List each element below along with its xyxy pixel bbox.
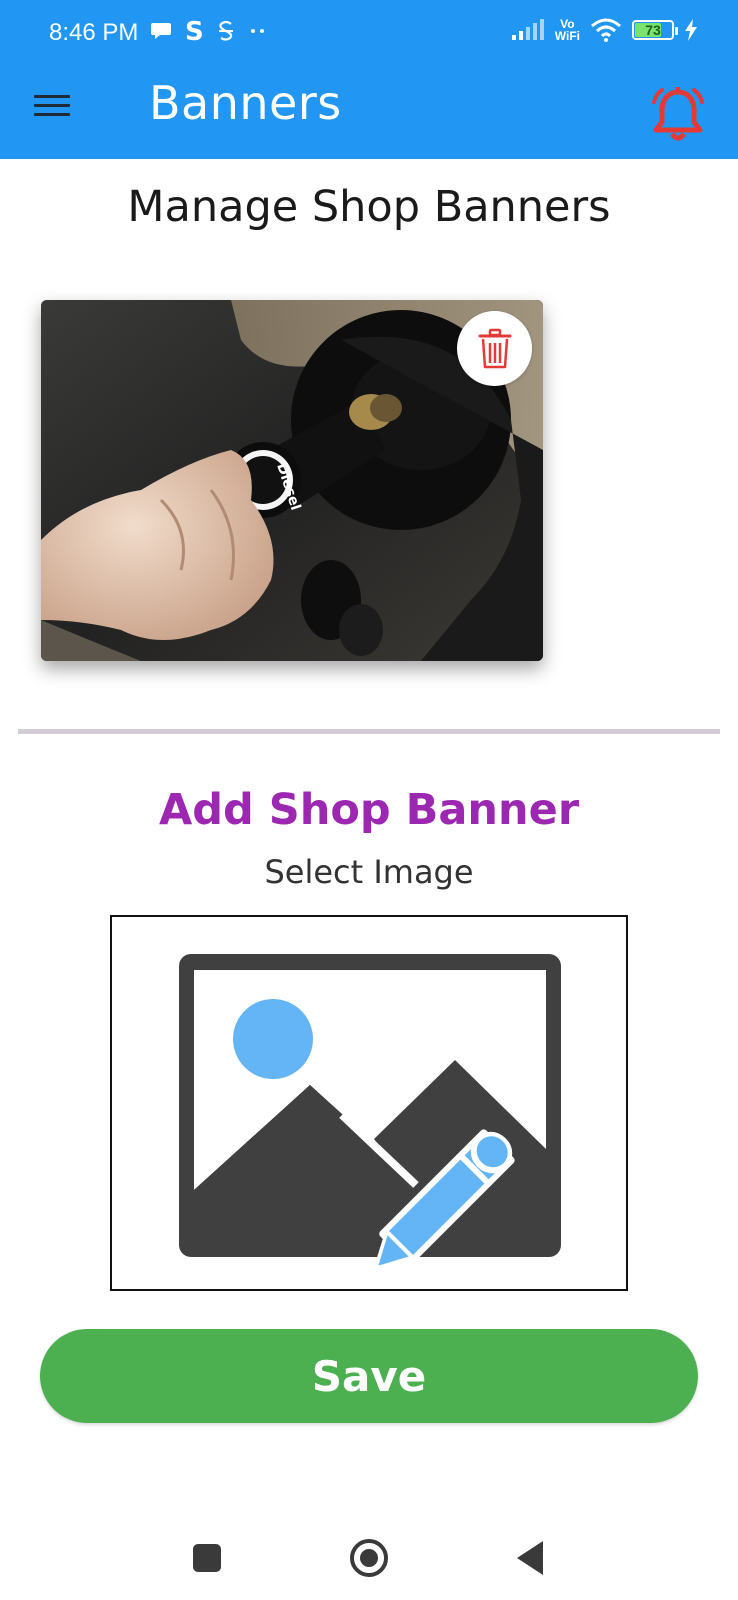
battery-level: 73 <box>645 22 661 38</box>
battery-tip <box>675 27 678 35</box>
svg-text:S: S <box>185 18 204 44</box>
status-system-icons: Vo WiFi 73 <box>511 18 698 42</box>
system-nav-bar <box>0 1500 738 1600</box>
status-time: 8:46 PM <box>49 19 139 46</box>
image-picker[interactable] <box>110 915 628 1291</box>
status-bar: 8:46 PM S Vo WiFi 73 <box>0 0 738 66</box>
back-button[interactable] <box>517 1541 543 1575</box>
battery-indicator: 73 <box>632 20 678 40</box>
vowifi-line2: WiFi <box>554 29 580 43</box>
app-title: Banners <box>149 76 342 130</box>
delete-banner-button[interactable] <box>457 311 532 386</box>
recent-apps-button[interactable] <box>193 1544 221 1572</box>
status-notification-icons: S <box>150 18 268 44</box>
trash-icon <box>478 328 511 368</box>
select-image-label: Select Image <box>264 853 474 891</box>
home-button[interactable] <box>350 1539 388 1577</box>
notifications-button[interactable] <box>646 84 710 148</box>
charging-bolt-icon <box>685 19 697 41</box>
menu-button[interactable] <box>34 95 70 131</box>
hamburger-menu-icon <box>34 95 70 116</box>
save-button[interactable]: Save <box>40 1329 698 1423</box>
s-outline-app-icon <box>219 20 233 41</box>
bell-icon <box>652 87 704 141</box>
s-app-icon: S <box>185 18 204 44</box>
wifi-icon <box>591 18 621 42</box>
signal-icon <box>511 19 544 40</box>
more-dots-icon <box>251 29 264 33</box>
vowifi-indicator: Vo WiFi <box>555 18 580 42</box>
section-divider <box>18 729 720 734</box>
manage-banners-title: Manage Shop Banners <box>127 182 611 232</box>
chat-bubble-icon <box>151 23 171 39</box>
add-banner-title: Add Shop Banner <box>158 785 580 835</box>
edit-image-placeholder-icon <box>179 954 561 1272</box>
app-bar: Banners <box>0 66 738 159</box>
